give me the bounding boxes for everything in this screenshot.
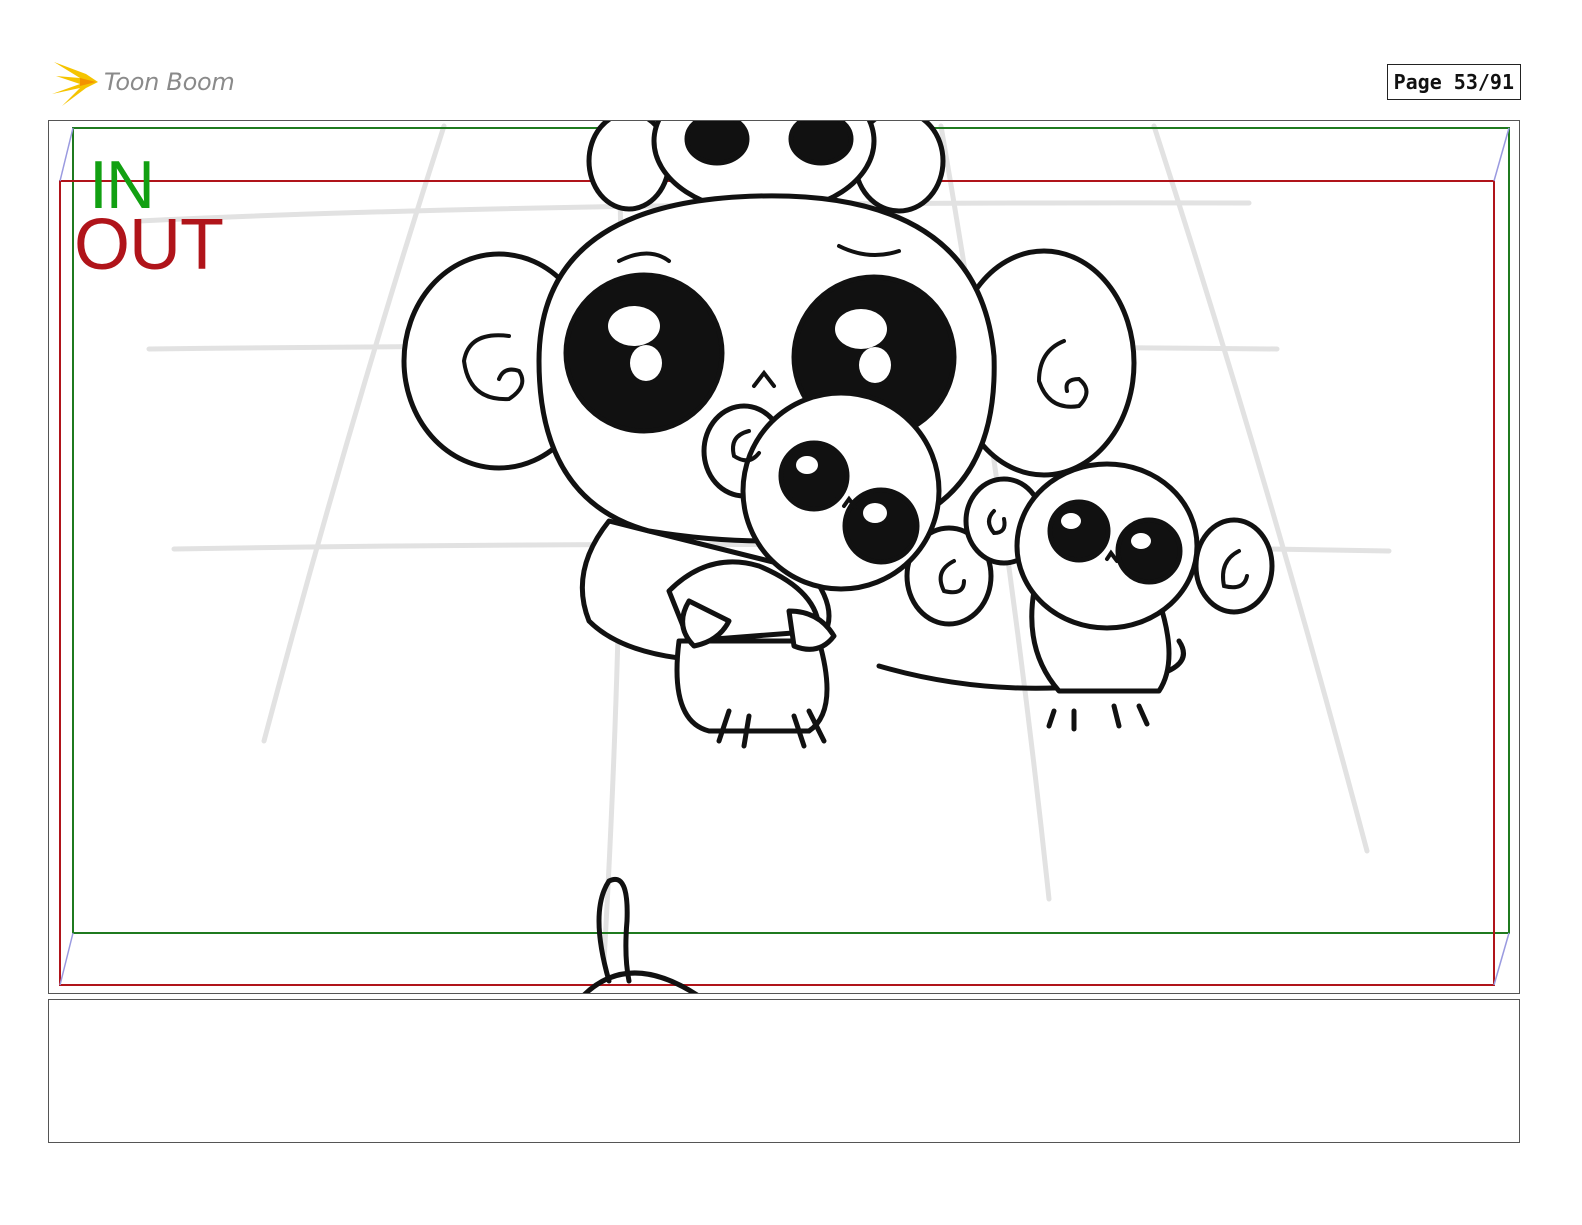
page-indicator: Page 53/91 bbox=[1386, 64, 1521, 100]
starburst-logo-icon bbox=[52, 62, 98, 106]
storyboard-panel: IN OUT bbox=[48, 120, 1520, 994]
panel-drawing bbox=[59, 121, 1510, 993]
logo-text: Toon Boom bbox=[104, 68, 235, 96]
out-frame-label: OUT bbox=[74, 205, 224, 285]
caption-box bbox=[48, 999, 1520, 1143]
toon-boom-logo: Toon Boom bbox=[50, 56, 235, 108]
